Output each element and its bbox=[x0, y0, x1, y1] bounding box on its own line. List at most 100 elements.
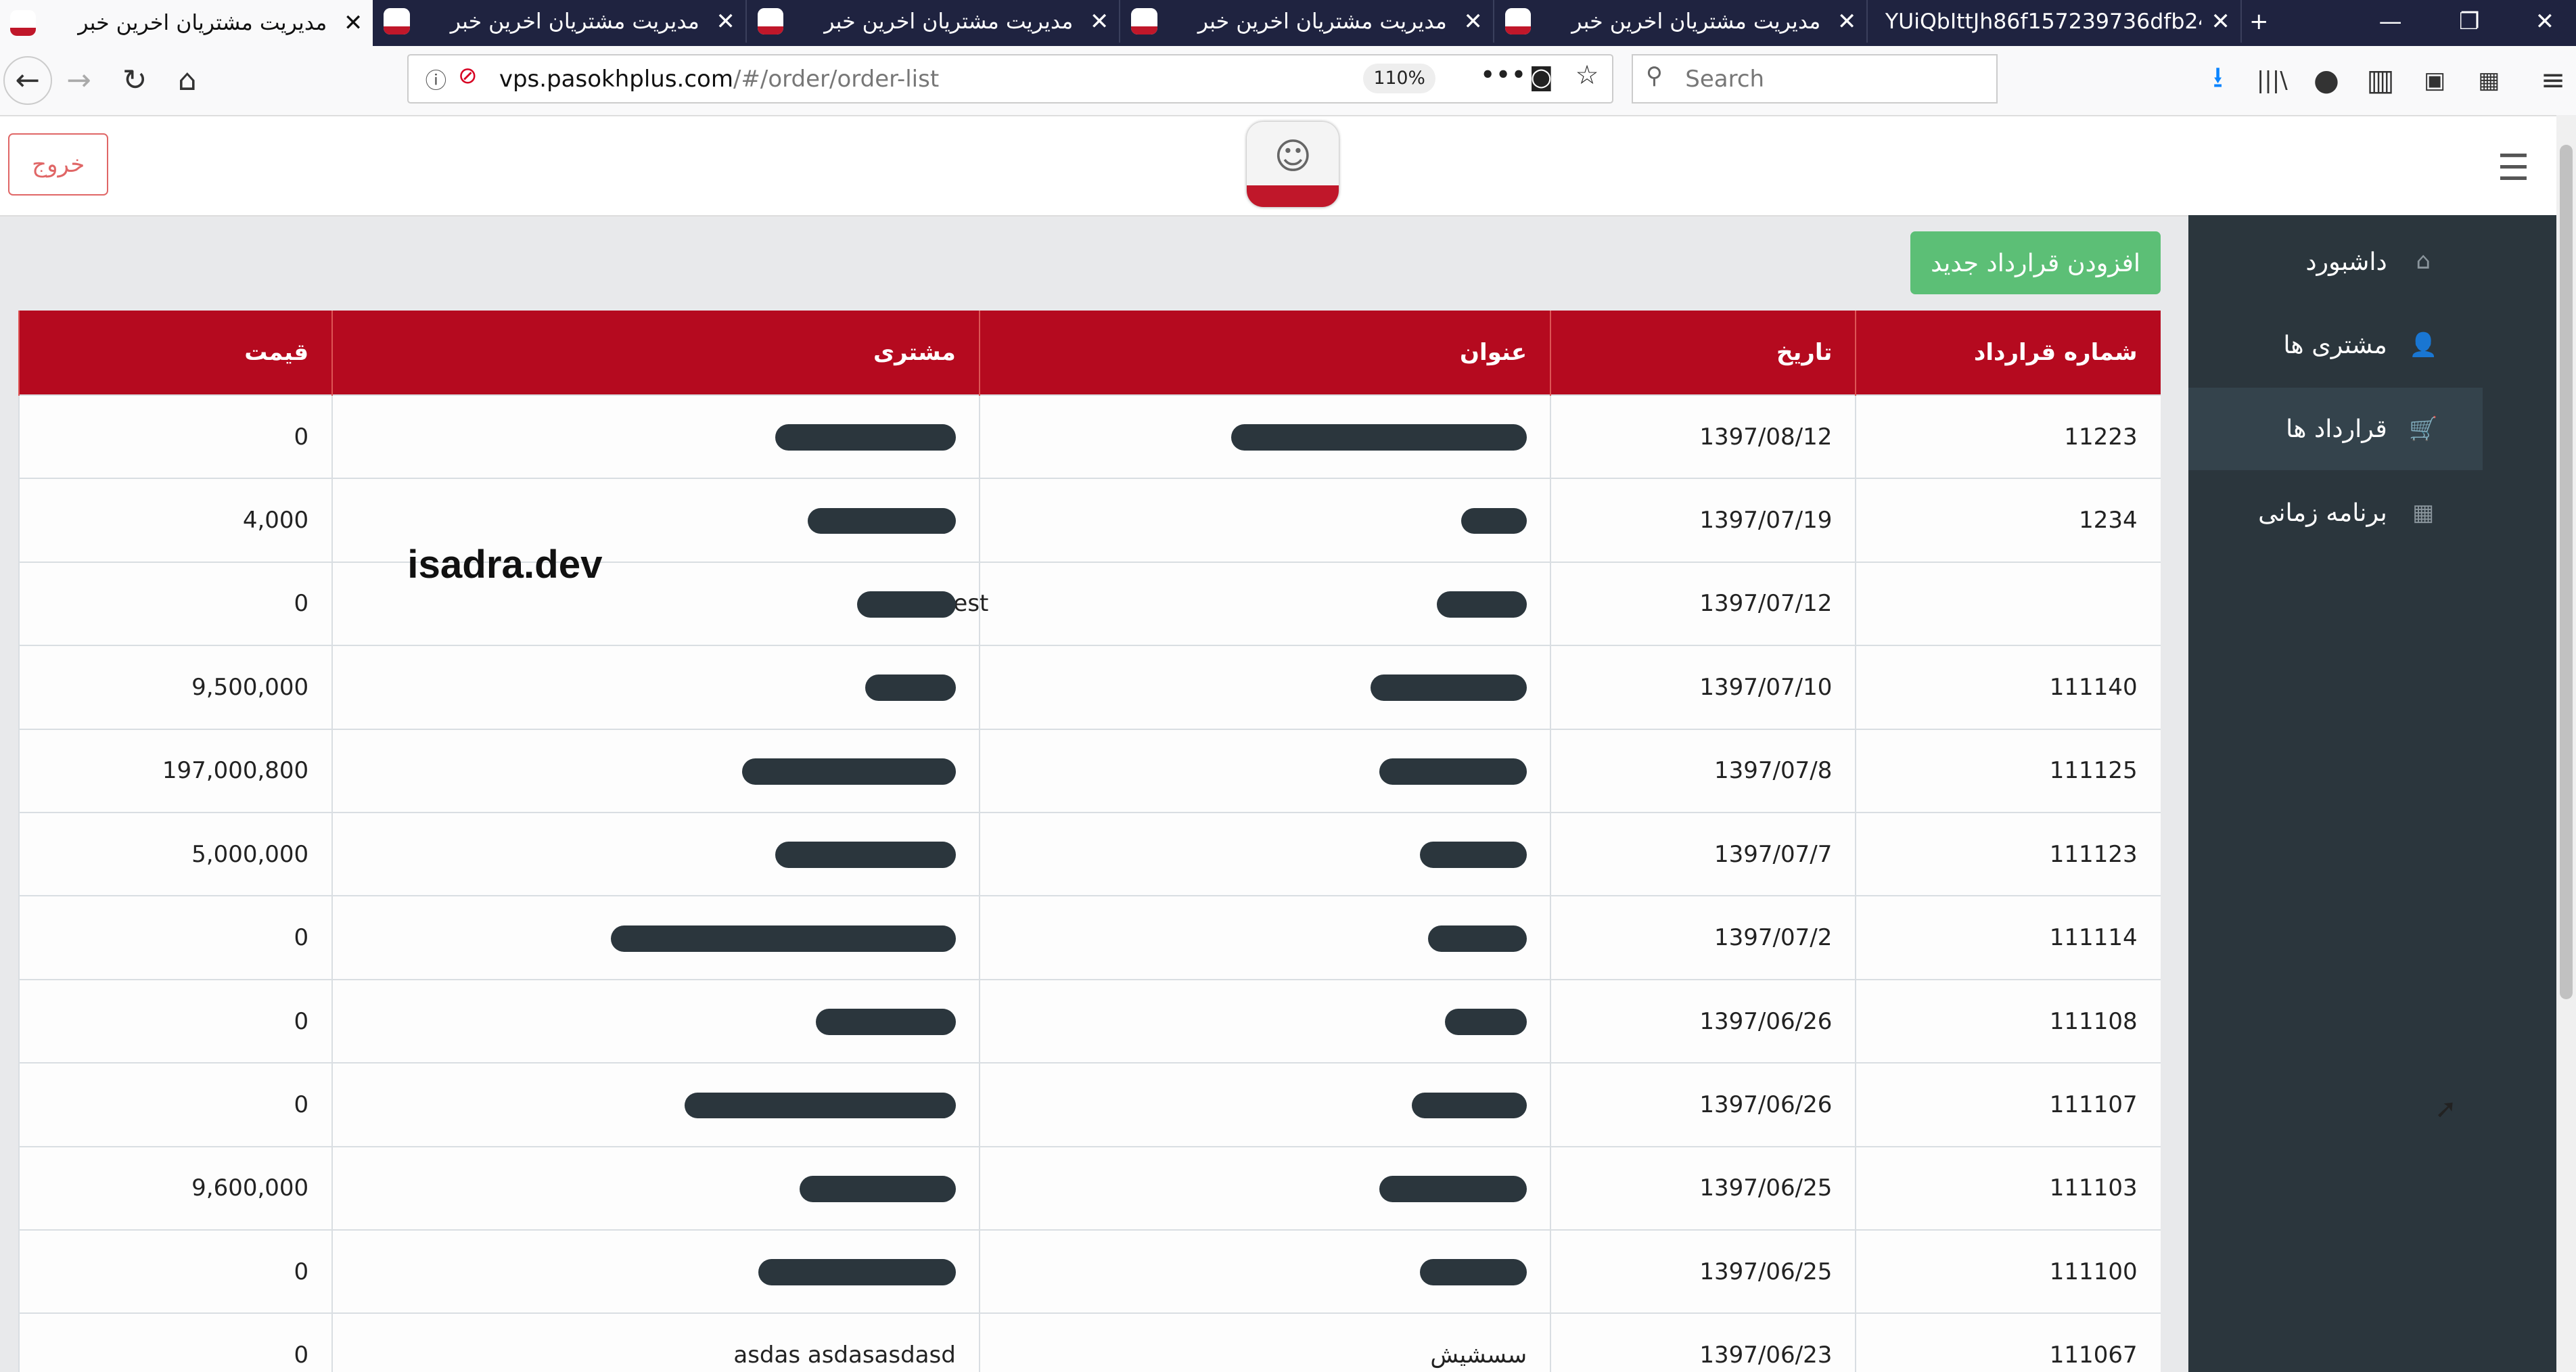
table-row[interactable]: 111123 1397/07/7 5,000,000 bbox=[18, 811, 2161, 896]
logout-button[interactable]: خروج bbox=[8, 133, 109, 196]
cell-customer bbox=[331, 811, 980, 896]
cell-date: 1397/07/10 bbox=[1550, 645, 1856, 729]
search-input[interactable]: ⚲ Search bbox=[1631, 54, 1998, 104]
cell-number: 111100 bbox=[1855, 1229, 2161, 1314]
sidebar-item-label: داشبورد bbox=[2305, 246, 2387, 276]
zoom-level[interactable]: 110% bbox=[1363, 64, 1436, 93]
cell-price: 9,600,000 bbox=[18, 1145, 333, 1231]
url-bar[interactable]: ⓘ ⊘ vps.pasokhplus.com/#/order/order-lis… bbox=[407, 54, 1613, 104]
close-tab-icon[interactable]: ✕ bbox=[334, 9, 373, 37]
cell-customer bbox=[331, 1229, 980, 1314]
sidebar-item-1[interactable]: مشتری ها 👤 bbox=[2188, 304, 2483, 386]
table-row[interactable]: 111114 1397/07/2 0 bbox=[18, 895, 2161, 980]
cell-text: 1397/07/10 bbox=[1699, 673, 1833, 701]
scrollbar[interactable] bbox=[2556, 115, 2576, 1372]
qr-icon[interactable]: ▦ bbox=[2468, 59, 2510, 101]
pocket-icon[interactable]: ◙ bbox=[1530, 62, 1553, 91]
reload-button[interactable]: ↻ bbox=[114, 59, 156, 101]
sidebar-toggle-icon[interactable]: ▥ bbox=[2359, 59, 2401, 101]
tab-0[interactable]: مدیریت مشتریان اخرین خبر ✕ bbox=[0, 0, 373, 46]
sidebar-item-3[interactable]: برنامه زمانی ▦ bbox=[2188, 472, 2483, 553]
tab-5[interactable]: YUiQbIttJh86f157239736dfb24870✕ bbox=[1869, 0, 2242, 43]
info-icon[interactable]: ⓘ bbox=[426, 64, 447, 95]
close-tab-icon[interactable]: ✕ bbox=[1454, 8, 1493, 35]
cell-number: 111114 bbox=[1855, 895, 2161, 980]
tab-2[interactable]: مدیریت مشتریان اخرین خبر ✕ bbox=[748, 0, 1121, 43]
cell-text: asdas asdasasdasd bbox=[733, 1342, 956, 1369]
screenshot-icon[interactable]: ▣ bbox=[2414, 59, 2456, 101]
column-header[interactable]: قیمت bbox=[18, 311, 333, 395]
cell-text: 5,000,000 bbox=[191, 840, 309, 868]
cell-text: 111123 bbox=[2049, 840, 2138, 868]
table-row[interactable]: 111100 1397/06/25 0 bbox=[18, 1229, 2161, 1314]
table-row[interactable]: 111107 1397/06/26 0 bbox=[18, 1062, 2161, 1147]
table-row[interactable]: 11223 1397/08/12 0 bbox=[18, 394, 2161, 479]
favicon-icon bbox=[757, 8, 784, 35]
bookmark-star-icon[interactable]: ☆ bbox=[1576, 60, 1599, 91]
cell-price: 5,000,000 bbox=[18, 811, 333, 896]
users-icon: 👤 bbox=[2409, 331, 2438, 359]
sidebar-item-2[interactable]: قرارداد ها 🛒 bbox=[2188, 388, 2483, 470]
more-icon[interactable]: ••• bbox=[1480, 60, 1527, 91]
mouse-cursor-icon: ➚ bbox=[2435, 1094, 2457, 1125]
back-button[interactable]: ← bbox=[3, 55, 52, 105]
redacted-block bbox=[1444, 1009, 1527, 1035]
forward-button[interactable]: → bbox=[58, 59, 100, 101]
download-icon[interactable]: ⭳ bbox=[2196, 59, 2239, 101]
redacted-block bbox=[610, 925, 956, 952]
close-tab-icon[interactable]: ✕ bbox=[1080, 8, 1119, 35]
cell-text: 0 bbox=[294, 590, 309, 618]
nav-bar: ← → ↻ ⌂ ⓘ ⊘ vps.pasokhplus.com/#/order/o… bbox=[0, 46, 2576, 116]
home-button[interactable]: ⌂ bbox=[166, 59, 208, 101]
table-row[interactable]: 1234 1397/07/19 4,000 bbox=[18, 478, 2161, 562]
cell-text: 4,000 bbox=[242, 506, 309, 534]
cell-text: 1397/07/12 bbox=[1699, 590, 1833, 618]
tab-1[interactable]: مدیریت مشتریان اخرین خبر ✕ bbox=[374, 0, 747, 43]
hamburger-icon[interactable]: ☰ bbox=[2497, 146, 2529, 189]
restore-icon[interactable]: ❐ bbox=[2431, 0, 2507, 43]
close-tab-icon[interactable]: ✕ bbox=[706, 8, 745, 35]
cell-text: 0 bbox=[294, 1007, 309, 1035]
sidebar-item-0[interactable]: داشبورد ⌂ bbox=[2188, 220, 2483, 302]
minimize-icon[interactable]: — bbox=[2353, 0, 2429, 43]
cell-number: 111140 bbox=[1855, 645, 2161, 729]
cell-date: 1397/08/12 bbox=[1550, 394, 1856, 479]
tab-3[interactable]: مدیریت مشتریان اخرین خبر ✕ bbox=[1122, 0, 1494, 43]
redacted-block bbox=[1428, 925, 1527, 952]
menu-icon[interactable]: ≡ bbox=[2531, 59, 2574, 101]
library-icon[interactable]: |||\ bbox=[2251, 59, 2293, 101]
column-header[interactable]: شماره قرارداد bbox=[1855, 311, 2161, 395]
tab-title: مدیریت مشتریان اخرین خبر bbox=[450, 9, 699, 34]
close-tab-icon[interactable]: ✕ bbox=[1827, 8, 1866, 35]
search-icon: ⚲ bbox=[1646, 62, 1663, 89]
tab-bar: مدیریت مشتریان اخرین خبر ✕ مدیریت مشتریان … bbox=[0, 0, 2576, 46]
table-row[interactable]: 1397/07/12test test0 bbox=[18, 561, 2161, 646]
column-header[interactable]: مشتری bbox=[331, 311, 980, 395]
cell-number bbox=[1855, 561, 2161, 646]
new-tab-icon[interactable]: + bbox=[2221, 0, 2297, 43]
table-row[interactable]: 111125 1397/07/8 197,000,800 bbox=[18, 728, 2161, 813]
cell-text: 1397/08/12 bbox=[1699, 423, 1833, 451]
cell-title bbox=[978, 978, 1551, 1064]
extension-icon[interactable]: ● bbox=[2305, 59, 2347, 101]
column-header[interactable]: عنوان bbox=[978, 311, 1551, 395]
cell-customer bbox=[331, 645, 980, 729]
table-row[interactable]: 111140 1397/07/10 9,500,000 bbox=[18, 645, 2161, 729]
cell-text: 0 bbox=[294, 924, 309, 952]
table-row[interactable]: 111103 1397/06/25 9,600,000 bbox=[18, 1145, 2161, 1231]
cell-title bbox=[978, 1229, 1551, 1314]
redacted-block bbox=[865, 674, 956, 702]
cell-text: 1397/06/23 bbox=[1699, 1342, 1833, 1369]
column-header[interactable]: تاریخ bbox=[1550, 311, 1856, 395]
scrollbar-thumb[interactable] bbox=[2559, 144, 2573, 999]
close-window-icon[interactable]: ✕ bbox=[2507, 0, 2576, 43]
cell-text: 111114 bbox=[2049, 924, 2138, 952]
cell-title bbox=[978, 1062, 1551, 1147]
cell-text: 197,000,800 bbox=[162, 757, 309, 785]
tab-4[interactable]: مدیریت مشتریان اخرین خبر ✕ bbox=[1495, 0, 1868, 43]
table-row[interactable]: 111067 1397/06/23 سسشیش asdas asdasasdasd 0 bbox=[18, 1312, 2161, 1372]
add-contract-button[interactable]: افزودن قرارداد جدید bbox=[1910, 231, 2161, 294]
cell-price: 0 bbox=[18, 394, 333, 479]
table-row[interactable]: 111108 1397/06/26 0 bbox=[18, 978, 2161, 1064]
cell-text: 1397/06/25 bbox=[1699, 1174, 1833, 1202]
